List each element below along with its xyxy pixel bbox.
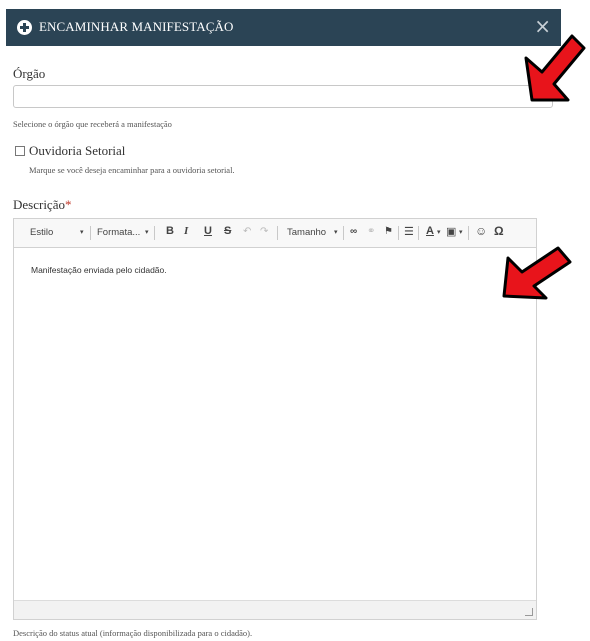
text-color-button[interactable]: A [426,225,434,237]
descricao-help: Descrição do status atual (informação di… [13,628,253,638]
style-dropdown-arrow[interactable]: ▾ [80,228,84,236]
editor-statusbar [14,600,536,619]
underline-button[interactable]: U [204,225,212,237]
descricao-label-text: Descrição [13,197,65,212]
ouvidoria-checkbox[interactable] [15,146,25,156]
background-color-button[interactable]: ▣ [446,225,456,238]
link-icon[interactable]: ∞ [350,226,357,237]
plus-circle-icon [17,20,32,35]
background-color-arrow[interactable]: ▾ [459,228,463,236]
editor-content[interactable]: Manifestação enviada pelo cidadão. [31,265,167,275]
text-color-arrow[interactable]: ▾ [437,228,441,236]
special-character-icon[interactable]: Ω [494,224,504,238]
modal-header: ENCAMINHAR MANIFESTAÇÃO × [6,9,561,46]
emoji-icon[interactable]: ☺ [475,224,487,238]
required-mark: * [64,197,72,212]
toolbar-separator [90,226,91,240]
rich-text-editor[interactable]: Estilo ▾ Formata... ▾ B I U S ↶ ↷ Tamanh… [13,218,537,620]
unlink-icon[interactable]: ⚭ [367,226,375,237]
red-arrow-icon [502,246,572,300]
redo-icon[interactable]: ↷ [260,226,268,237]
toolbar-separator [468,226,469,240]
editor-toolbar: Estilo ▾ Formata... ▾ B I U S ↶ ↷ Tamanh… [14,219,536,248]
style-dropdown[interactable]: Estilo [30,227,53,238]
toolbar-separator [418,226,419,240]
ouvidoria-help: Marque se você deseja encaminhar para a … [29,165,235,175]
bold-button[interactable]: B [166,225,174,237]
orgao-help: Selecione o órgão que receberá a manifes… [13,119,172,129]
descricao-label: Descrição* [13,197,71,213]
resize-handle-icon[interactable] [525,608,533,616]
size-dropdown[interactable]: Tamanho [287,227,326,238]
orgao-label: Órgão [13,66,46,81]
orgao-select[interactable] [13,85,553,108]
size-dropdown-arrow[interactable]: ▾ [334,228,338,236]
format-dropdown-arrow[interactable]: ▾ [145,228,149,236]
ouvidoria-label: Ouvidoria Setorial [29,143,126,158]
toolbar-separator [277,226,278,240]
toolbar-separator [343,226,344,240]
red-arrow-icon [524,34,586,102]
undo-icon[interactable]: ↶ [243,226,251,237]
strikethrough-button[interactable]: S [224,225,231,237]
modal-title: ENCAMINHAR MANIFESTAÇÃO [39,19,234,34]
italic-button[interactable]: I [184,225,188,237]
format-dropdown[interactable]: Formata... [97,227,140,238]
anchor-flag-icon[interactable]: ⚑ [384,226,393,237]
toolbar-separator [398,226,399,240]
toolbar-separator [154,226,155,240]
horizontal-line-icon[interactable]: ☰ [404,225,414,238]
